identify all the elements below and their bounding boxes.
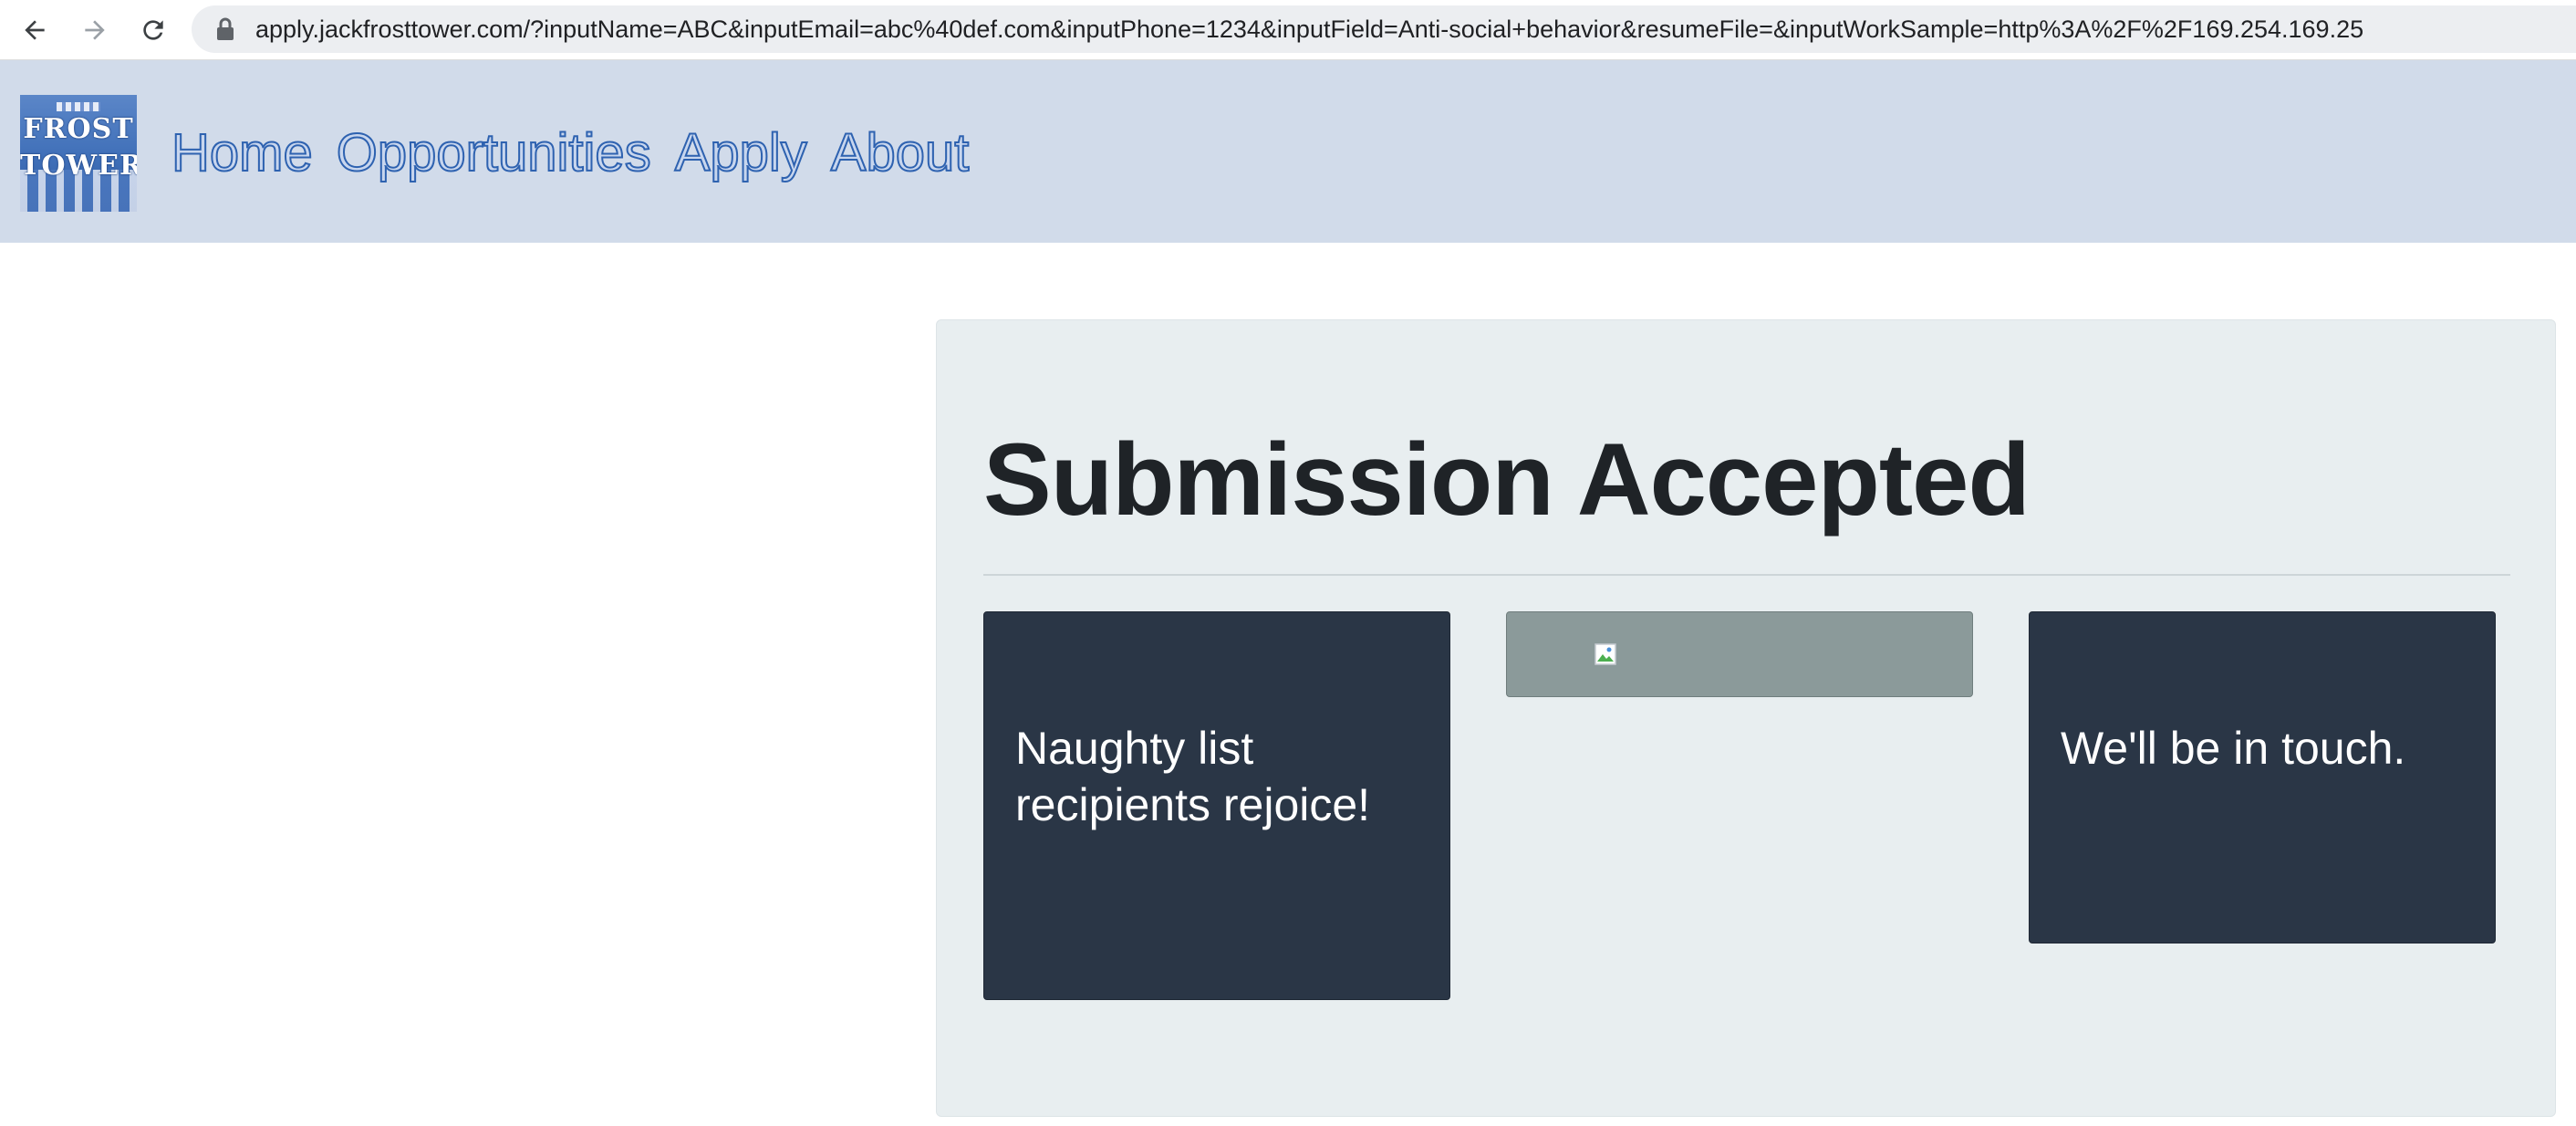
forward-button[interactable]: [75, 10, 115, 50]
divider: [983, 574, 2510, 576]
url-host: apply.jackfrosttower.com: [255, 15, 524, 43]
url-text[interactable]: apply.jackfrosttower.com/?inputName=ABC&…: [255, 16, 2363, 44]
main-nav: Home Opportunities Apply About: [171, 120, 992, 184]
nav-apply[interactable]: Apply: [674, 122, 808, 183]
logo-line-2: TOWER: [20, 150, 137, 182]
page-title: Submission Accepted: [983, 422, 2031, 537]
site-header: FROST TOWER Home Opportunities Apply Abo…: [0, 60, 2576, 243]
url-path: /?inputName=ABC&inputEmail=abc%40def.com…: [523, 15, 2364, 43]
info-card-right: We'll be in touch.: [2029, 611, 2496, 944]
address-bar[interactable]: apply.jackfrosttower.com/?inputName=ABC&…: [192, 5, 2576, 53]
nav-home[interactable]: Home: [171, 122, 314, 183]
frost-tower-logo[interactable]: FROST TOWER: [20, 95, 137, 212]
back-button[interactable]: [15, 10, 55, 50]
nav-about[interactable]: About: [830, 122, 971, 183]
info-card-left: Naughty list recipients rejoice!: [983, 611, 1450, 1000]
logo-top-windows: [57, 102, 100, 111]
forward-arrow-icon: [85, 20, 105, 40]
submission-panel: Submission Accepted Naughty list recipie…: [936, 319, 2556, 1117]
left-card-text: Naughty list recipients rejoice!: [1015, 723, 1371, 830]
browser-toolbar: apply.jackfrosttower.com/?inputName=ABC&…: [0, 0, 2576, 60]
nav-opportunities[interactable]: Opportunities: [336, 122, 652, 183]
right-card-text: We'll be in touch.: [2061, 723, 2406, 774]
back-arrow-icon: [25, 20, 45, 40]
broken-image-icon: [1594, 643, 1616, 665]
reload-button[interactable]: [133, 10, 173, 50]
logo-line-1: FROST: [23, 113, 134, 145]
reload-icon: [143, 20, 163, 40]
lock-icon[interactable]: [215, 17, 235, 41]
image-container: [1506, 611, 1973, 697]
